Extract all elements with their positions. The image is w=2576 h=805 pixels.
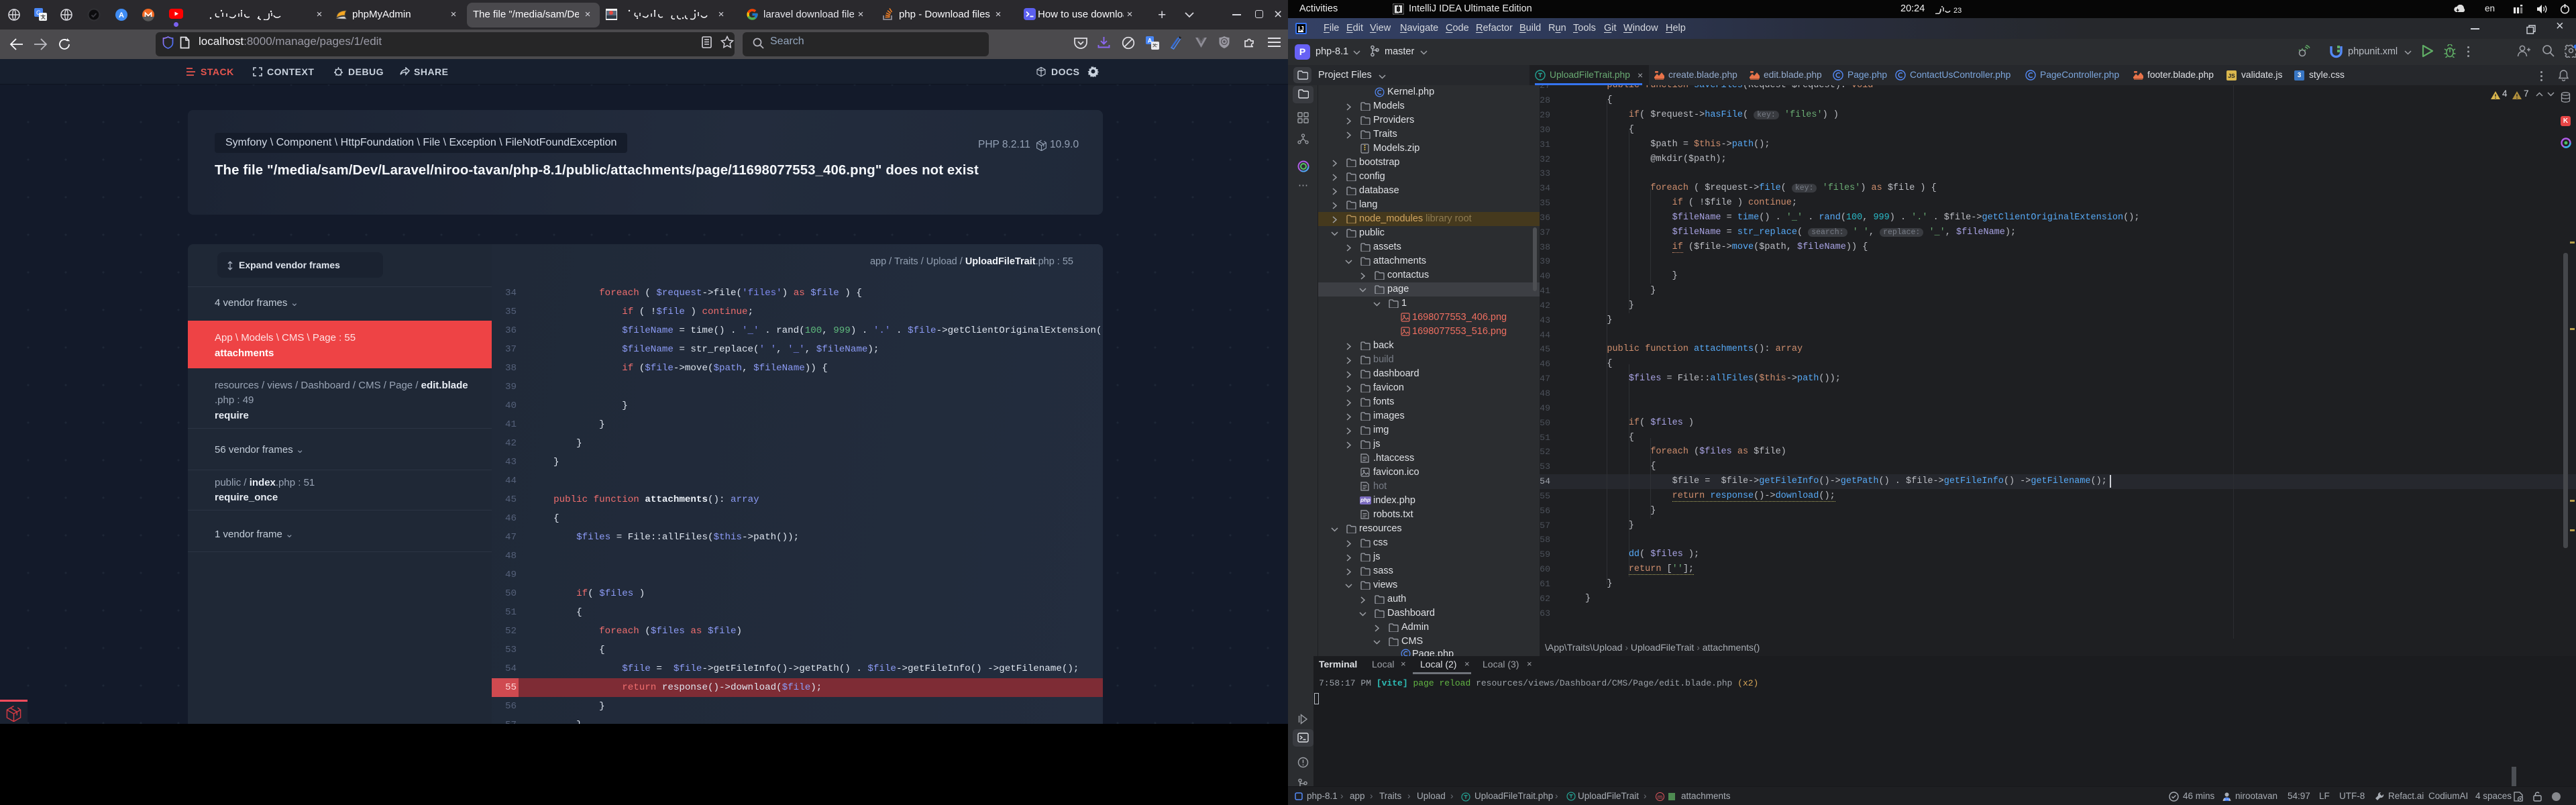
svg-text:A: A (119, 11, 124, 19)
svg-text:DAV: DAV (2224, 798, 2230, 801)
svg-text:23: 23 (1953, 7, 1962, 14)
